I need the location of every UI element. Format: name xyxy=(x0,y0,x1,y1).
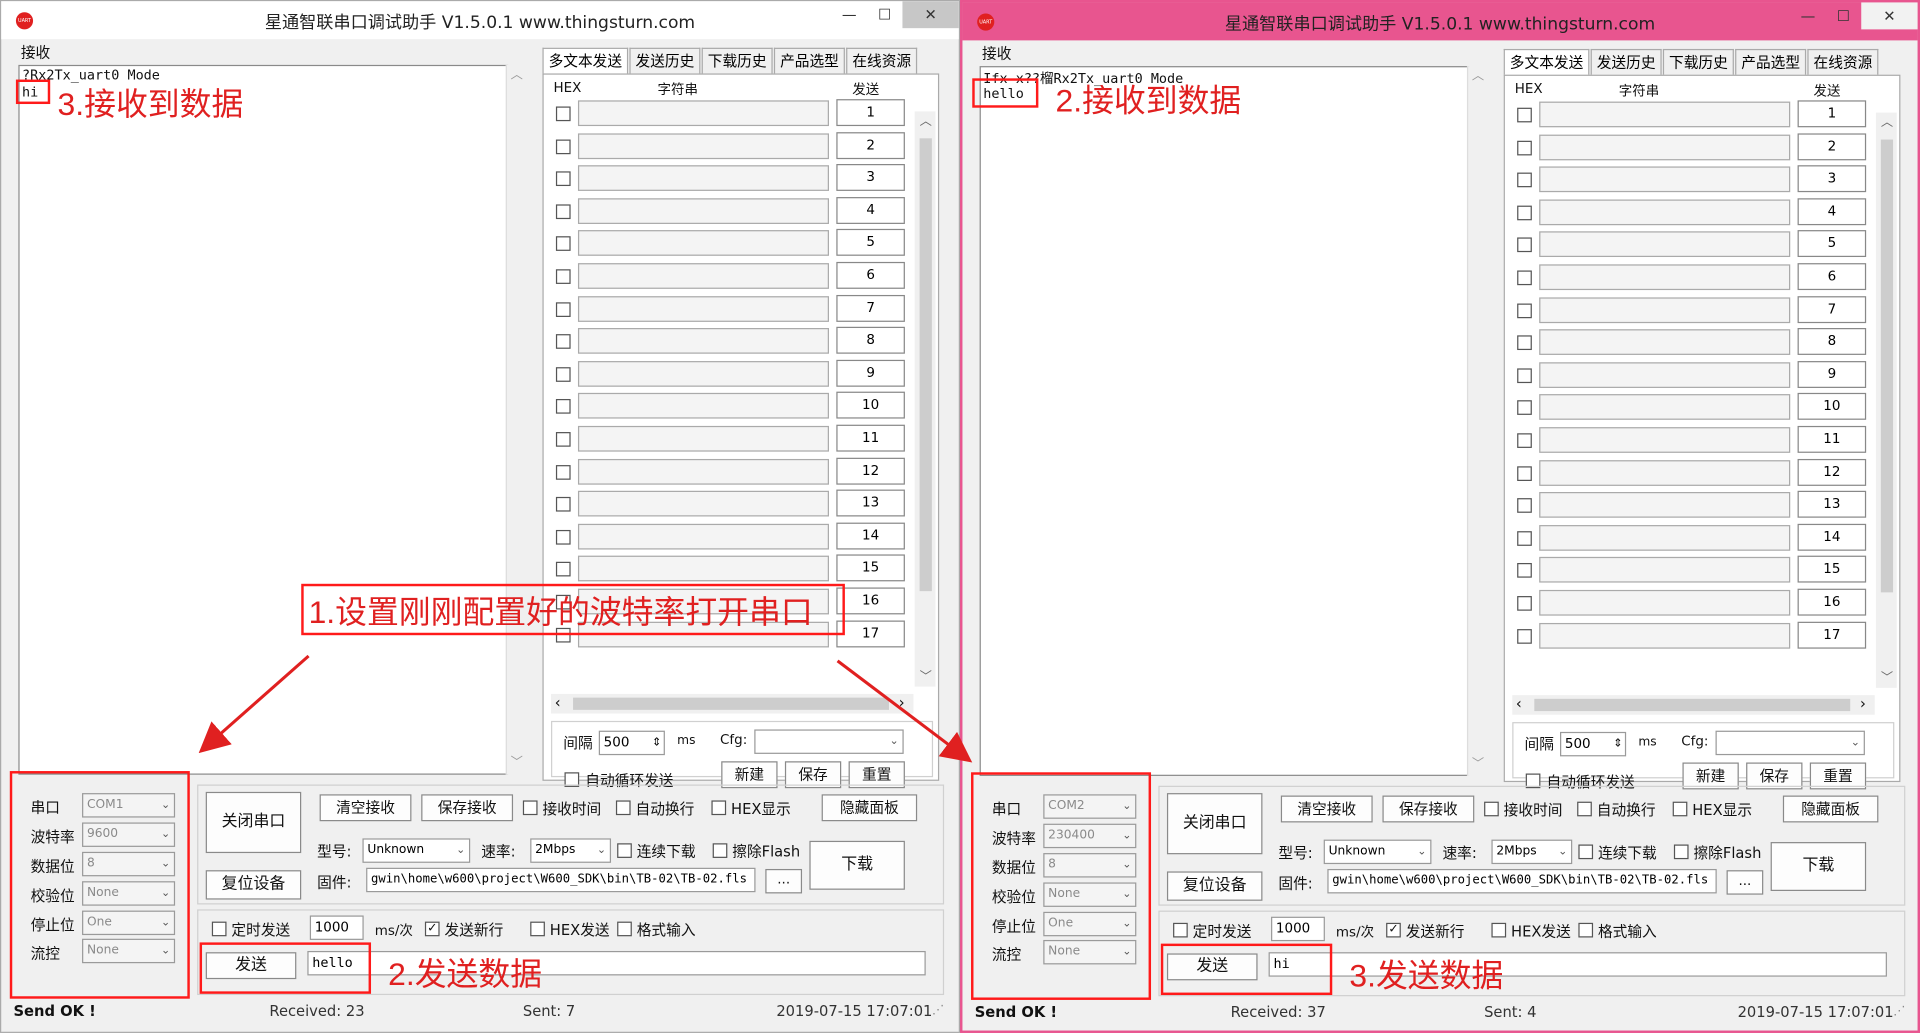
arrow-to-right-config xyxy=(836,659,973,763)
screenshot-stage: UART 星通智联串口调试助手 V1.5.0.1 www.thingsturn.c… xyxy=(0,0,1920,1033)
arrow-to-left-config xyxy=(198,654,310,754)
annotation-arrows xyxy=(198,654,973,763)
annotation-config-text: 1.设置刚刚配置好的波特率打开串口 xyxy=(308,593,813,631)
